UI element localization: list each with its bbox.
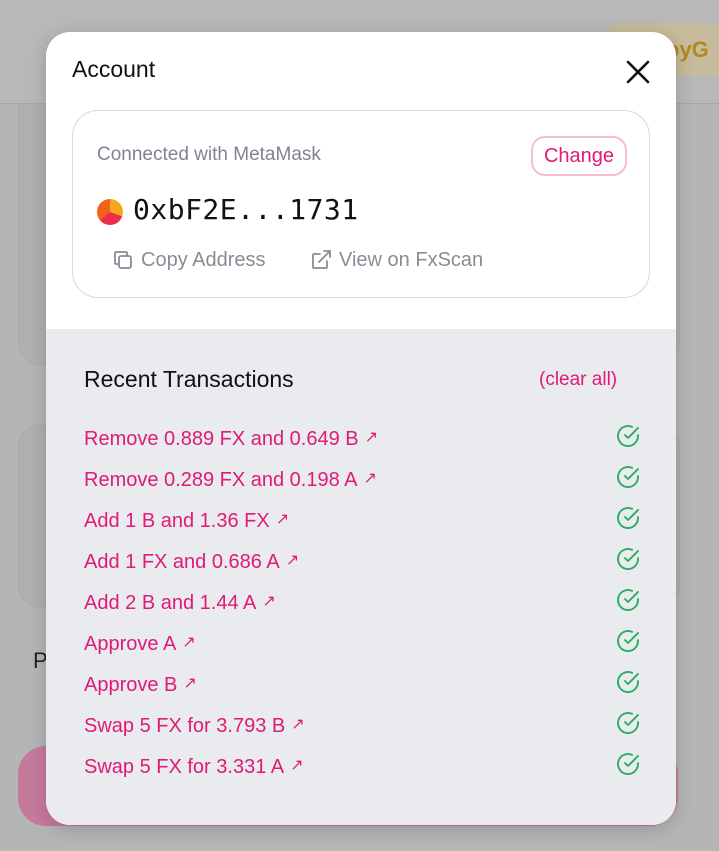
transaction-label: Add 1 B and 1.36 FX [84, 510, 270, 532]
arrow-up-right-icon: ↗ [275, 511, 290, 528]
check-circle-icon [617, 548, 639, 570]
transaction-row: Add 2 B and 1.44 A ↗ [84, 588, 642, 629]
view-on-fxscan-link[interactable]: View on FxScan [309, 247, 483, 273]
recent-transactions-section: Recent Transactions (clear all) Remove 0… [46, 329, 676, 825]
transaction-row: Add 1 FX and 0.686 A ↗ [84, 547, 642, 588]
clear-all-button[interactable]: (clear all) [539, 369, 617, 391]
transaction-label: Remove 0.289 FX and 0.198 A [84, 469, 358, 491]
check-circle-icon [617, 671, 639, 693]
transaction-label: Remove 0.889 FX and 0.649 B [84, 428, 359, 450]
copy-address-button[interactable]: Copy Address [111, 247, 266, 273]
copy-address-label: Copy Address [141, 248, 266, 271]
copy-icon [114, 251, 132, 269]
wallet-avatar-icon [97, 199, 123, 225]
transaction-row: Approve A ↗ [84, 629, 642, 670]
arrow-up-right-icon: ↗ [183, 675, 197, 692]
transaction-label: Add 2 B and 1.44 A [84, 592, 257, 614]
arrow-up-right-icon: ↗ [262, 593, 276, 610]
transaction-row: Approve B ↗ [84, 670, 642, 711]
account-modal: Account Connected with MetaMask Change 0… [46, 32, 676, 825]
transaction-row: Swap 5 FX for 3.331 A ↗ [84, 752, 642, 793]
check-circle-icon [617, 753, 639, 775]
transaction-link[interactable]: Add 2 B and 1.44 A ↗ [84, 592, 276, 615]
arrow-up-right-icon: ↗ [182, 634, 196, 651]
transaction-link[interactable]: Remove 0.289 FX and 0.198 A ↗ [84, 469, 377, 492]
check-circle-icon [617, 712, 639, 734]
external-link-icon [312, 250, 331, 269]
transaction-row: Remove 0.289 FX and 0.198 A ↗ [84, 465, 642, 506]
transaction-row: Add 1 B and 1.36 FX ↗ [84, 506, 642, 547]
arrow-up-right-icon: ↗ [290, 757, 304, 774]
check-circle-icon [617, 589, 639, 611]
close-icon [626, 60, 650, 84]
transaction-label: Swap 5 FX for 3.331 A [84, 756, 285, 778]
transaction-link[interactable]: Approve A ↗ [84, 633, 196, 656]
check-circle-icon [617, 466, 639, 488]
arrow-up-right-icon: ↗ [285, 552, 300, 569]
connected-wallet-text: Connected with MetaMask [97, 144, 321, 165]
transaction-row: Swap 5 FX for 3.793 B ↗ [84, 711, 642, 752]
transaction-link[interactable]: Swap 5 FX for 3.331 A ↗ [84, 756, 304, 779]
wallet-address: 0xbF2E...1731 [133, 193, 359, 226]
modal-title: Account [72, 56, 156, 82]
view-on-fxscan-label: View on FxScan [339, 248, 484, 271]
check-circle-icon [617, 507, 639, 529]
transaction-label: Approve B [84, 674, 178, 696]
transaction-link[interactable]: Remove 0.889 FX and 0.649 B ↗ [84, 428, 378, 451]
change-wallet-button[interactable]: Change [531, 136, 627, 176]
arrow-up-right-icon: ↗ [364, 429, 379, 446]
check-circle-icon [617, 425, 639, 447]
transaction-label: Add 1 FX and 0.686 A [84, 551, 280, 573]
arrow-up-right-icon: ↗ [363, 470, 377, 487]
transactions-list: Remove 0.889 FX and 0.649 B ↗ Remove 0.28… [84, 424, 642, 793]
recent-transactions-heading: Recent Transactions [84, 366, 294, 392]
transaction-label: Swap 5 FX for 3.793 B [84, 715, 286, 737]
transaction-link[interactable]: Add 1 B and 1.36 FX ↗ [84, 510, 289, 533]
arrow-up-right-icon: ↗ [291, 716, 305, 733]
transaction-link[interactable]: Add 1 FX and 0.686 A ↗ [84, 551, 299, 574]
close-button[interactable] [622, 56, 654, 88]
transaction-link[interactable]: Approve B ↗ [84, 674, 197, 697]
transaction-row: Remove 0.889 FX and 0.649 B ↗ [84, 424, 642, 465]
check-circle-icon [617, 630, 639, 652]
account-card: Connected with MetaMask Change 0xbF2E...… [72, 110, 650, 298]
transaction-label: Approve A [84, 633, 177, 655]
transaction-link[interactable]: Swap 5 FX for 3.793 B ↗ [84, 715, 305, 738]
